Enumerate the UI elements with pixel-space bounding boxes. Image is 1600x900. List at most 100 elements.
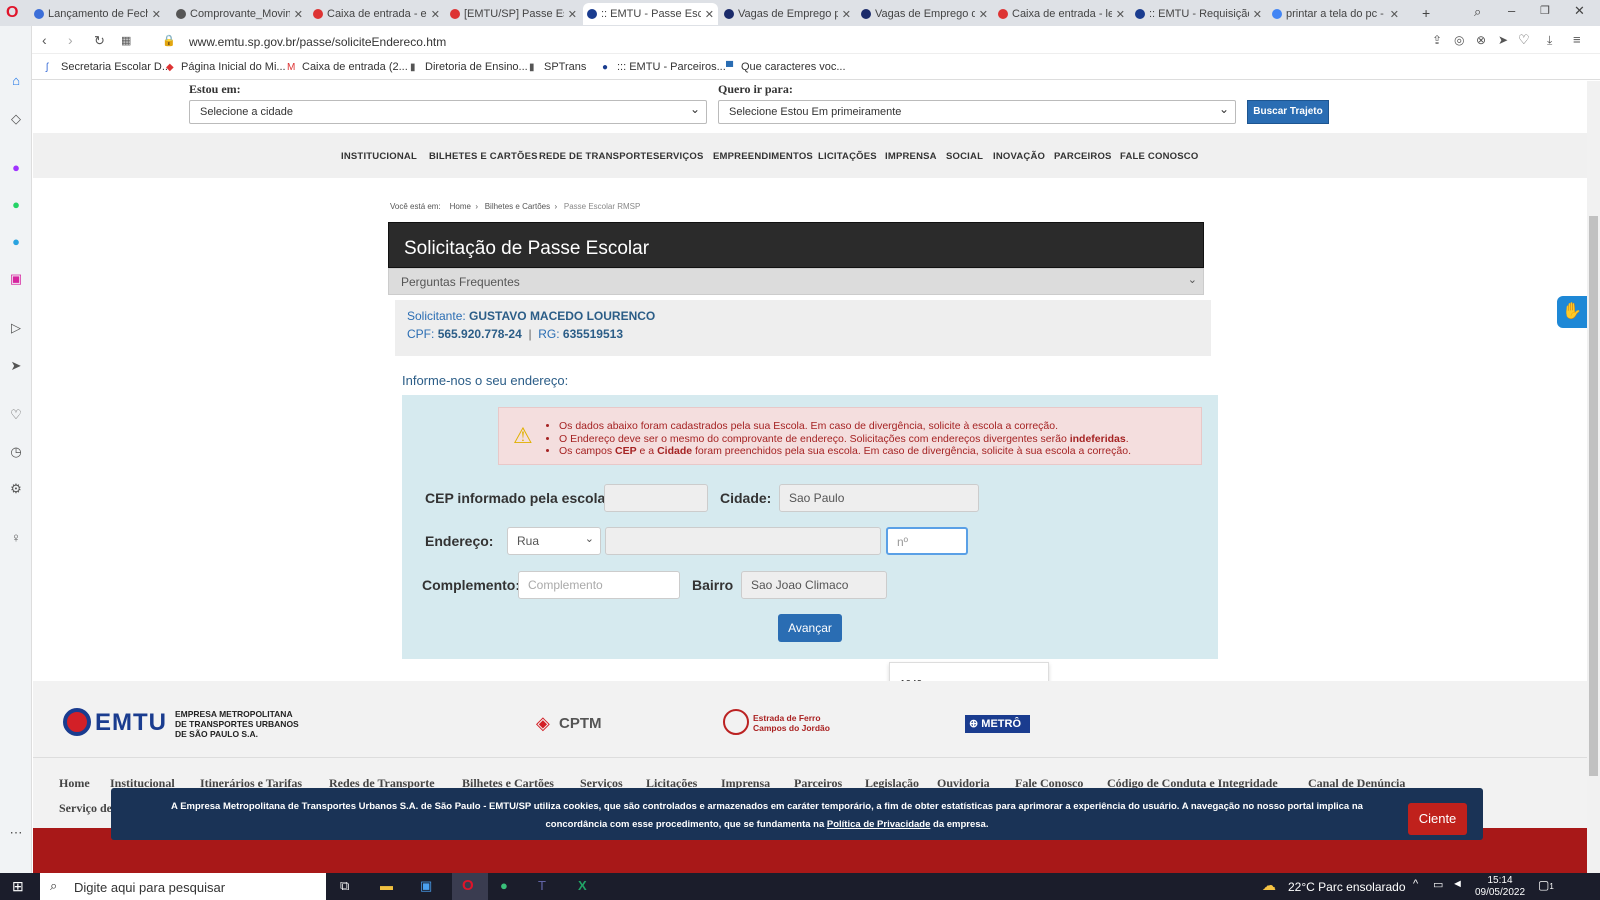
close-tab-icon[interactable]: ✕ (294, 8, 303, 21)
share-icon[interactable]: ⇪ (1432, 33, 1442, 47)
page-scrollbar[interactable] (1587, 81, 1600, 873)
reload-icon[interactable]: ↻ (94, 33, 105, 49)
close-tab-icon[interactable]: ✕ (1390, 8, 1399, 21)
bookmark-item[interactable]: ●::: EMTU - Parceiros... (602, 61, 726, 73)
faq-dropdown[interactable]: Perguntas Frequentes ⌄ (388, 268, 1204, 295)
cookie-accept-button[interactable]: Ciente (1408, 803, 1467, 835)
taskbar-search[interactable]: ⌕ Digite aqui para pesquisar (40, 873, 326, 900)
bookmark-item[interactable]: ▮ Diretoria de Ensino... (410, 61, 528, 73)
complemento-input[interactable]: Complemento (518, 571, 680, 599)
history-icon[interactable]: ◷ (7, 443, 25, 461)
store-icon[interactable]: ▣ (420, 878, 432, 894)
browser-tab[interactable]: [EMTU/SP] Passe Esc ✕ (446, 3, 581, 25)
browser-tab[interactable]: Comprovante_Movin ✕ (172, 3, 307, 25)
close-window-icon[interactable]: ✕ (1574, 3, 1585, 19)
network-icon[interactable]: ▭ (1433, 878, 1443, 891)
close-tab-icon[interactable]: ✕ (568, 8, 577, 21)
bookmark-item[interactable]: ▮ SPTrans (529, 61, 586, 73)
scrollbar-thumb[interactable] (1589, 216, 1598, 776)
player-icon[interactable]: ▷ (7, 319, 25, 337)
bookmark-item[interactable]: ◆ Página Inicial do Mi... (166, 61, 286, 73)
menu-item[interactable]: INOVAÇÃO (993, 151, 1045, 162)
browser-tab[interactable]: :: EMTU - Passe Escol ✕ (583, 3, 718, 25)
file-explorer-icon[interactable]: ▬ (380, 878, 393, 893)
download-icon[interactable]: ⤓ (1547, 33, 1552, 48)
weather-text[interactable]: 22°C Parc ensolarado (1288, 880, 1406, 894)
menu-item[interactable]: SERVIÇOS (653, 151, 704, 162)
clock[interactable]: 15:14 09/05/2022 (1472, 875, 1528, 899)
windows-start-icon[interactable]: ⊞ (12, 878, 24, 895)
instagram-icon[interactable]: ▣ (7, 270, 25, 288)
menu-icon[interactable]: ≡ (1573, 32, 1581, 47)
browser-tab[interactable]: Caixa de entrada - le ✕ (994, 3, 1129, 25)
search-route-button[interactable]: Buscar Trajeto (1247, 100, 1329, 124)
privacy-policy-link[interactable]: Política de Privacidade (827, 819, 931, 830)
send-icon[interactable]: ➤ (1498, 33, 1508, 47)
tray-chevron-icon[interactable]: ^ (1413, 878, 1418, 890)
minimize-icon[interactable]: – (1508, 3, 1515, 18)
browser-tab[interactable]: :: EMTU - Requisição ✕ (1131, 3, 1266, 25)
browser-tab[interactable]: Vagas de Emprego p ✕ (720, 3, 855, 25)
notification-icon[interactable]: ▢1 (1538, 878, 1554, 892)
advance-button[interactable]: Avançar (778, 614, 842, 642)
menu-item[interactable]: LICITAÇÕES (818, 151, 877, 162)
messenger-icon[interactable]: ● (7, 159, 25, 177)
number-input[interactable]: nº (886, 527, 968, 555)
footer-link[interactable]: Home (59, 776, 90, 791)
whatsapp-icon[interactable]: ● (7, 196, 25, 214)
close-tab-icon[interactable]: ✕ (1253, 8, 1262, 21)
camera-icon[interactable]: ◎ (1454, 33, 1464, 47)
opera-logo-icon[interactable]: O (6, 4, 24, 22)
street-type-select[interactable]: Rua ⌄ (507, 527, 601, 555)
browser-tab[interactable]: Lançamento de Fech ✕ (30, 3, 165, 25)
excel-icon[interactable]: X (578, 878, 587, 893)
lightbulb-icon[interactable]: ♀ (7, 529, 25, 547)
telegram-icon[interactable]: ● (7, 233, 25, 251)
browser-tab[interactable]: Caixa de entrada - er ✕ (309, 3, 444, 25)
breadcrumb-home[interactable]: Home (450, 202, 471, 211)
menu-item[interactable]: PARCEIROS (1054, 151, 1112, 162)
browser-tab[interactable]: printar a tela do pc - ✕ (1268, 3, 1403, 25)
settings-icon[interactable]: ⚙ (7, 480, 25, 498)
pinboard-icon[interactable]: ◇ (7, 110, 25, 128)
menu-item[interactable]: EMPREENDIMENTOS (713, 151, 813, 162)
menu-item[interactable]: INSTITUCIONAL (341, 151, 417, 162)
heart-icon[interactable]: ♡ (7, 406, 25, 424)
close-tab-icon[interactable]: ✕ (842, 8, 851, 21)
teams-icon[interactable]: T (538, 878, 546, 893)
from-city-select[interactable]: Selecione a cidade (189, 100, 707, 124)
search-tabs-icon[interactable]: ⌕ (1474, 4, 1481, 20)
restore-icon[interactable]: ❐ (1540, 4, 1550, 17)
task-view-icon[interactable]: ⧉ (340, 878, 349, 894)
menu-item[interactable]: SOCIAL (946, 151, 983, 162)
opera-taskbar-icon[interactable]: O (452, 873, 488, 900)
new-tab-icon[interactable]: + (1422, 5, 1430, 21)
edge-icon[interactable]: ● (500, 878, 508, 893)
send-icon[interactable]: ➤ (7, 357, 25, 375)
more-icon[interactable]: ⋯ (7, 824, 25, 842)
speed-dial-icon[interactable]: ▦ (121, 34, 131, 47)
accessibility-hand-icon[interactable]: ✋ (1557, 296, 1587, 328)
bookmark-item[interactable]: M Caixa de entrada (2... (287, 61, 408, 73)
menu-item[interactable]: FALE CONOSCO (1120, 151, 1198, 162)
menu-item[interactable]: REDE DE TRANSPORTE (539, 151, 653, 162)
home-icon[interactable]: ⌂ (7, 72, 25, 90)
adblock-icon[interactable]: ⊗ (1476, 33, 1486, 47)
heart-icon[interactable]: ♡ (1518, 32, 1530, 48)
url-text[interactable]: www.emtu.sp.gov.br/passe/soliciteEnderec… (189, 35, 446, 49)
menu-item[interactable]: BILHETES E CARTÕES (429, 151, 538, 162)
close-tab-icon[interactable]: ✕ (705, 8, 714, 21)
to-city-select[interactable]: Selecione Estou Em primeiramente (718, 100, 1236, 124)
menu-item[interactable]: IMPRENSA (885, 151, 937, 162)
close-tab-icon[interactable]: ✕ (431, 8, 440, 21)
bookmark-item[interactable]: ʃ Secretaria Escolar D... (46, 61, 171, 73)
forward-icon[interactable]: › (68, 32, 73, 48)
volume-icon[interactable]: ◄ (1452, 878, 1463, 890)
back-icon[interactable]: ‹ (42, 32, 47, 48)
close-tab-icon[interactable]: ✕ (979, 8, 988, 21)
close-tab-icon[interactable]: ✕ (1116, 8, 1125, 21)
browser-tab[interactable]: Vagas de Emprego d ✕ (857, 3, 992, 25)
bookmark-item[interactable]: ▀ Que caracteres voc... (726, 61, 846, 73)
breadcrumb-bilhetes[interactable]: Bilhetes e Cartões (485, 202, 550, 211)
close-tab-icon[interactable]: ✕ (152, 8, 161, 21)
